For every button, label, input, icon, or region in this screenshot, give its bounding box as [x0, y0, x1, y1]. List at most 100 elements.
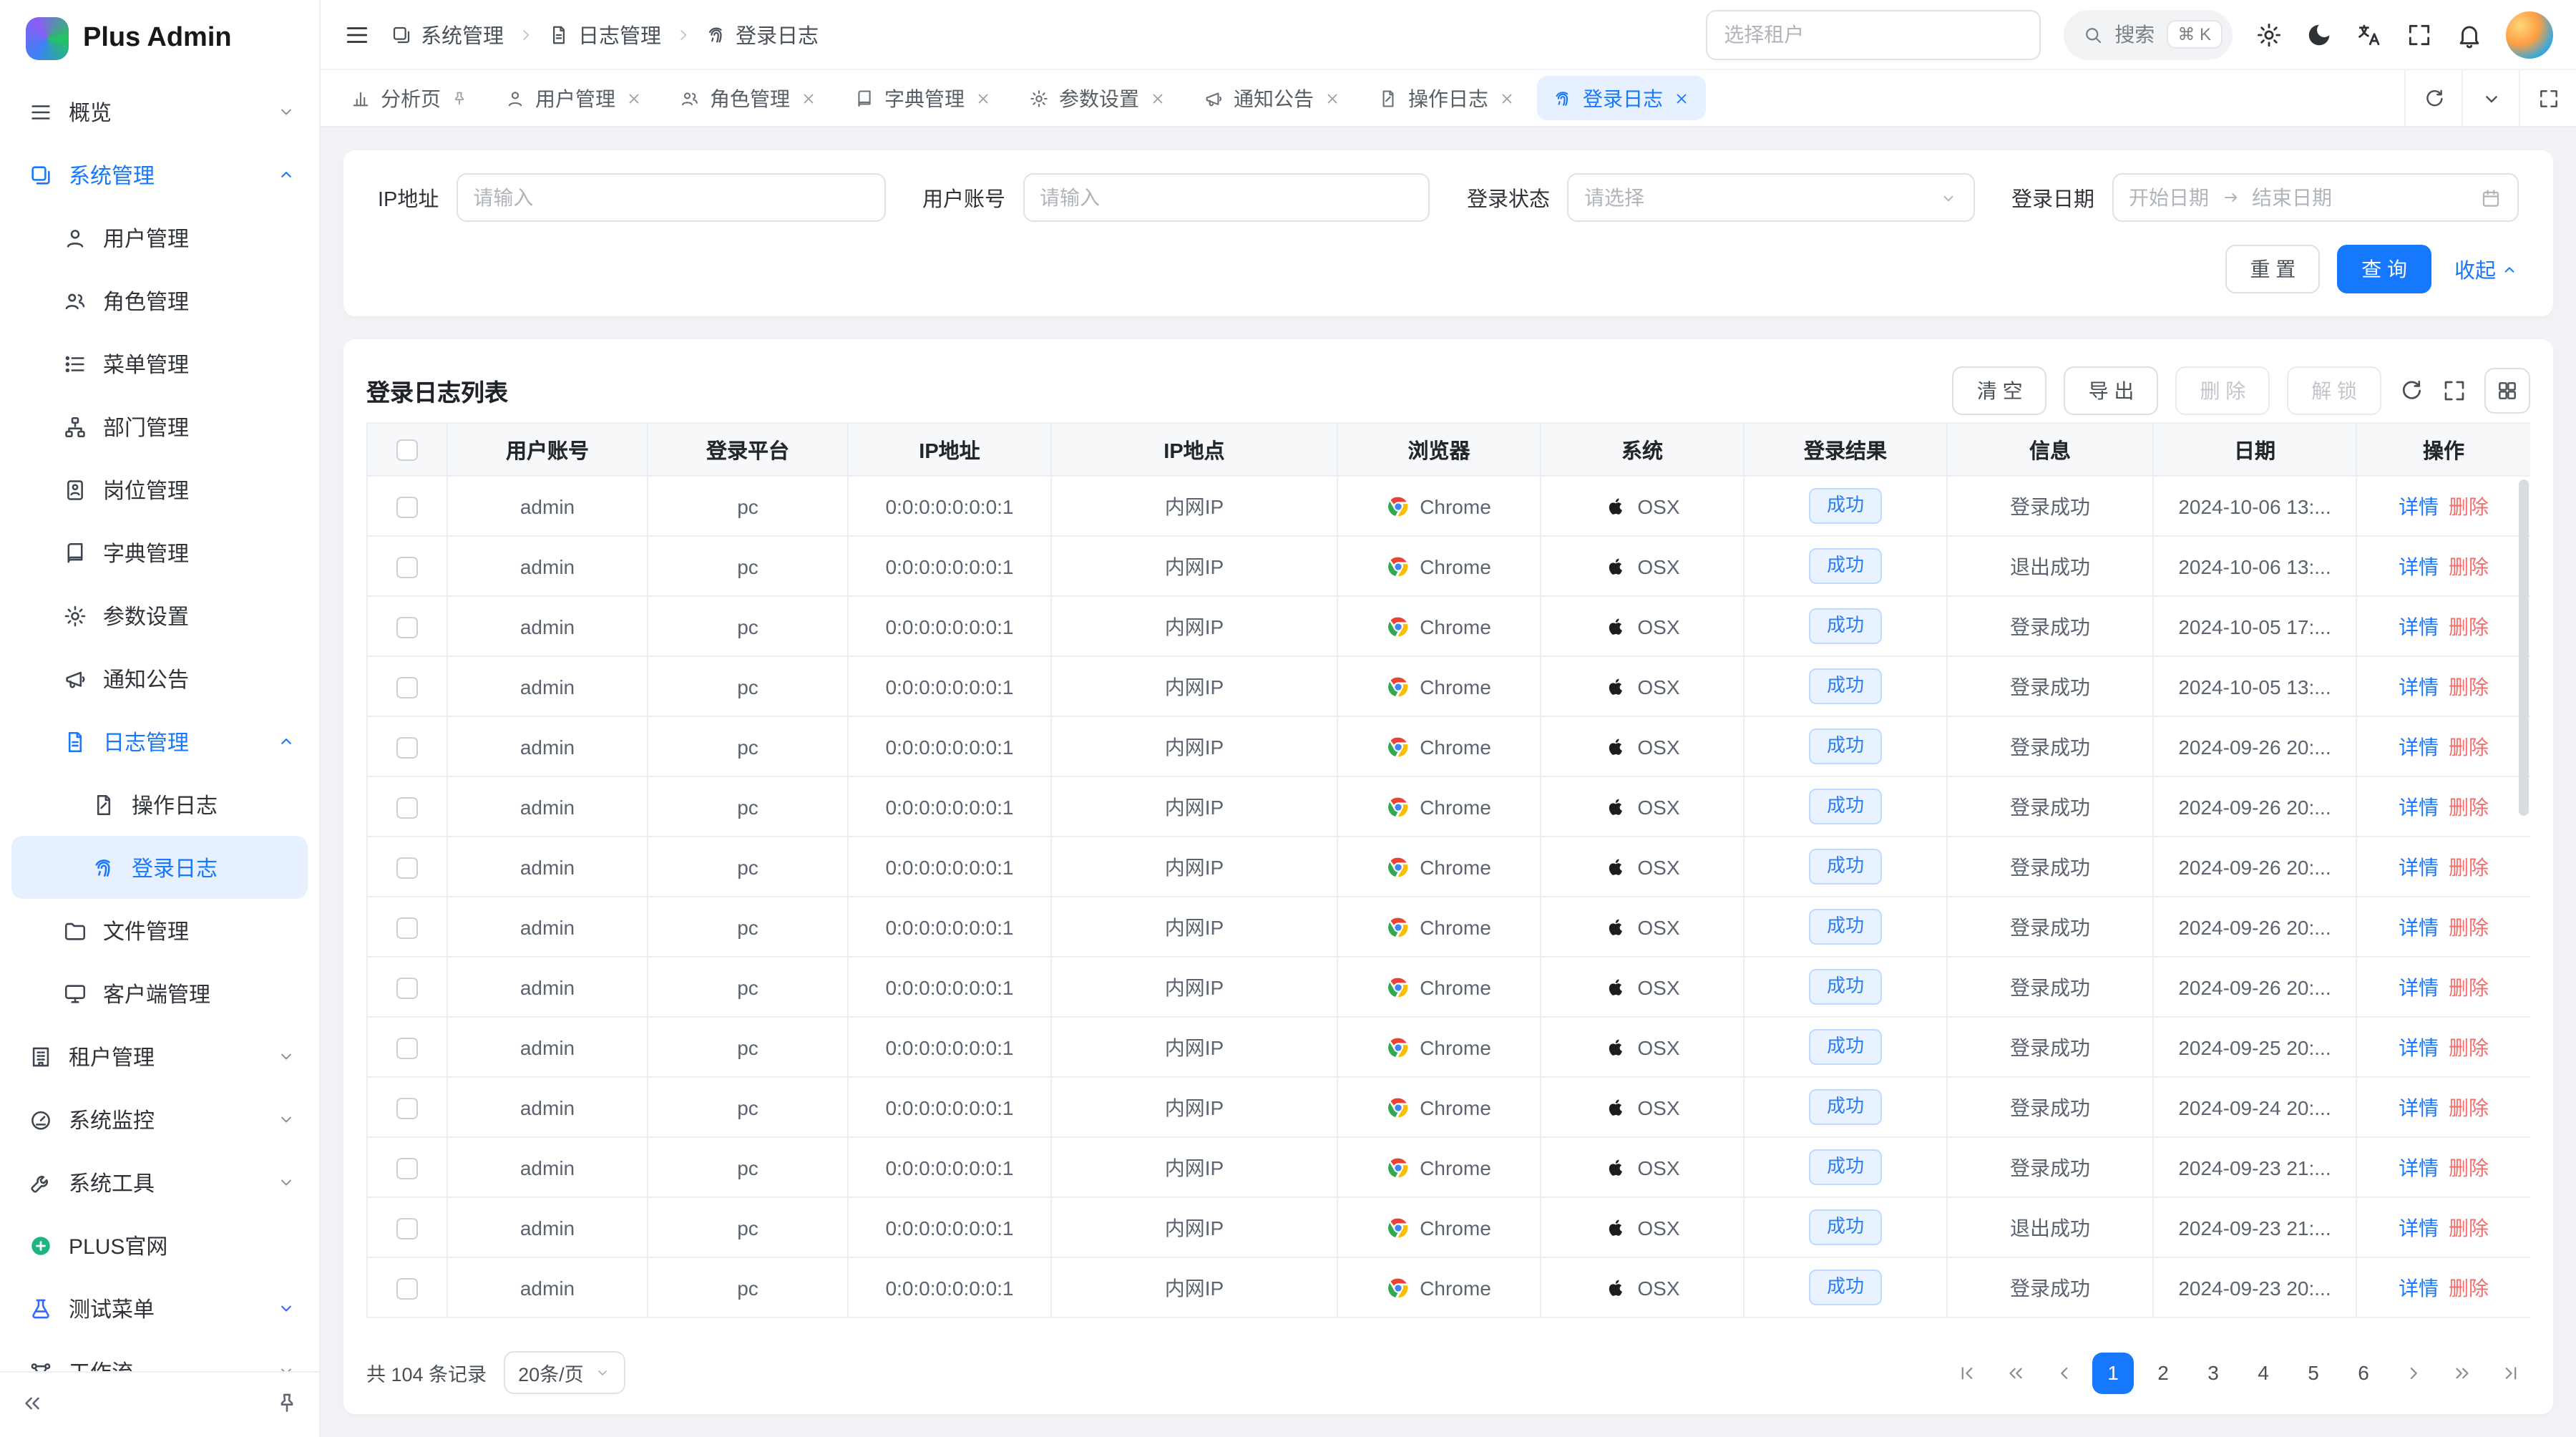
first-page-button[interactable]	[1946, 1353, 1986, 1393]
date-range-input[interactable]: 开始日期 结束日期	[2112, 173, 2519, 222]
delete-link[interactable]: 删除	[2449, 1033, 2489, 1061]
page-size-select[interactable]: 20条/页	[504, 1351, 625, 1394]
unlock-button[interactable]: 解 锁	[2287, 366, 2381, 415]
detail-link[interactable]: 详情	[2399, 732, 2439, 761]
tab-close-button[interactable]	[1149, 89, 1166, 107]
row-checkbox[interactable]	[396, 497, 418, 518]
sidebar-item-logs[interactable]: 日志管理	[0, 710, 319, 773]
sidebar-collapse-button[interactable]	[20, 1390, 44, 1419]
delete-link[interactable]: 删除	[2449, 792, 2489, 821]
language-button[interactable]	[2356, 21, 2383, 48]
detail-link[interactable]: 详情	[2399, 492, 2439, 520]
tab-close-button[interactable]	[1324, 89, 1341, 107]
row-checkbox[interactable]	[396, 857, 418, 879]
dark-mode-toggle[interactable]	[2306, 21, 2333, 48]
jump-backward-button[interactable]	[1995, 1353, 2035, 1393]
sidebar-item-dictionary[interactable]: 字典管理	[0, 521, 319, 584]
detail-link[interactable]: 详情	[2399, 912, 2439, 941]
search-button[interactable]: 搜索 ⌘ K	[2063, 9, 2233, 59]
sidebar-item-workflow[interactable]: 工作流	[0, 1340, 319, 1371]
next-page-button[interactable]	[2393, 1353, 2433, 1393]
tab-analysis[interactable]: 分析页	[335, 76, 484, 120]
table-fullscreen-button[interactable]	[2441, 378, 2467, 404]
row-checkbox[interactable]	[396, 677, 418, 698]
tab-notices[interactable]: 通知公告	[1188, 76, 1357, 120]
delete-link[interactable]: 删除	[2449, 973, 2489, 1001]
sidebar-item-tenants[interactable]: 租户管理	[0, 1025, 319, 1088]
detail-link[interactable]: 详情	[2399, 612, 2439, 640]
sidebar-item-tools[interactable]: 系统工具	[0, 1151, 319, 1214]
breadcrumb-item-log[interactable]: 日志管理	[548, 19, 661, 49]
sidebar-item-roles[interactable]: 角色管理	[0, 269, 319, 332]
tabs-menu-button[interactable]	[2462, 70, 2519, 126]
detail-link[interactable]: 详情	[2399, 1273, 2439, 1302]
sidebar-item-parameters[interactable]: 参数设置	[0, 584, 319, 647]
detail-link[interactable]: 详情	[2399, 1033, 2439, 1061]
delete-button[interactable]: 删 除	[2175, 366, 2270, 415]
row-checkbox[interactable]	[396, 1218, 418, 1239]
account-filter-input[interactable]: 请输入	[1023, 173, 1430, 222]
tenant-select[interactable]: 选择租户	[1705, 9, 2040, 59]
row-checkbox[interactable]	[396, 978, 418, 999]
sidebar-pin-button[interactable]	[275, 1390, 299, 1419]
prev-page-button[interactable]	[2044, 1353, 2084, 1393]
sidebar-item-test-menu[interactable]: 测试菜单	[0, 1277, 319, 1340]
delete-link[interactable]: 删除	[2449, 672, 2489, 701]
detail-link[interactable]: 详情	[2399, 852, 2439, 881]
sidebar-item-overview[interactable]: 概览	[0, 80, 319, 143]
sidebar-item-system[interactable]: 系统管理	[0, 143, 319, 206]
sidebar-item-posts[interactable]: 岗位管理	[0, 458, 319, 521]
delete-link[interactable]: 删除	[2449, 612, 2489, 640]
notifications-button[interactable]	[2456, 21, 2483, 48]
sidebar-item-users[interactable]: 用户管理	[0, 206, 319, 269]
column-settings-button[interactable]	[2484, 368, 2530, 414]
tab-close-button[interactable]	[625, 89, 643, 107]
tab-parameters[interactable]: 参数设置	[1013, 76, 1182, 120]
row-checkbox[interactable]	[396, 1038, 418, 1059]
delete-link[interactable]: 删除	[2449, 1153, 2489, 1182]
delete-link[interactable]: 删除	[2449, 492, 2489, 520]
status-filter-select[interactable]: 请选择	[1567, 173, 1974, 222]
reset-button[interactable]: 重 置	[2225, 245, 2320, 293]
delete-link[interactable]: 删除	[2449, 1093, 2489, 1121]
page-button-2[interactable]: 2	[2142, 1352, 2184, 1393]
sidebar-toggle-button[interactable]	[343, 21, 371, 48]
table-scrollbar[interactable]	[2517, 477, 2530, 1334]
tab-close-button[interactable]	[1673, 89, 1690, 107]
delete-link[interactable]: 删除	[2449, 1213, 2489, 1242]
detail-link[interactable]: 详情	[2399, 1093, 2439, 1121]
row-checkbox[interactable]	[396, 797, 418, 819]
row-checkbox[interactable]	[396, 617, 418, 638]
export-button[interactable]: 导 出	[2064, 366, 2159, 415]
detail-link[interactable]: 详情	[2399, 1153, 2439, 1182]
sidebar-item-files[interactable]: 文件管理	[0, 899, 319, 962]
page-button-3[interactable]: 3	[2192, 1352, 2234, 1393]
row-checkbox[interactable]	[396, 1278, 418, 1300]
row-checkbox[interactable]	[396, 557, 418, 578]
detail-link[interactable]: 详情	[2399, 1213, 2439, 1242]
jump-forward-button[interactable]	[2441, 1353, 2482, 1393]
settings-button[interactable]	[2255, 21, 2283, 48]
tab-close-button[interactable]	[975, 89, 992, 107]
row-checkbox[interactable]	[396, 917, 418, 939]
tab-login-log[interactable]: 登录日志	[1537, 76, 1706, 120]
page-button-1[interactable]: 1	[2092, 1352, 2134, 1393]
collapse-filters-link[interactable]: 收起	[2454, 254, 2519, 284]
sidebar-item-login-log[interactable]: 登录日志	[11, 836, 308, 899]
row-checkbox[interactable]	[396, 1158, 418, 1179]
tab-dictionary[interactable]: 字典管理	[839, 76, 1008, 120]
page-button-6[interactable]: 6	[2343, 1352, 2384, 1393]
query-button[interactable]: 查 询	[2337, 245, 2431, 293]
delete-link[interactable]: 删除	[2449, 1273, 2489, 1302]
delete-link[interactable]: 删除	[2449, 732, 2489, 761]
delete-link[interactable]: 删除	[2449, 552, 2489, 580]
delete-link[interactable]: 删除	[2449, 912, 2489, 941]
tab-close-button[interactable]	[800, 89, 817, 107]
sidebar-item-notices[interactable]: 通知公告	[0, 647, 319, 710]
sidebar-item-plus-site[interactable]: PLUS官网	[0, 1214, 319, 1277]
row-checkbox[interactable]	[396, 737, 418, 759]
app-logo[interactable]: Plus Admin	[0, 0, 319, 77]
table-refresh-button[interactable]	[2399, 378, 2424, 404]
page-button-5[interactable]: 5	[2293, 1352, 2334, 1393]
tab-roles[interactable]: 角色管理	[664, 76, 833, 120]
